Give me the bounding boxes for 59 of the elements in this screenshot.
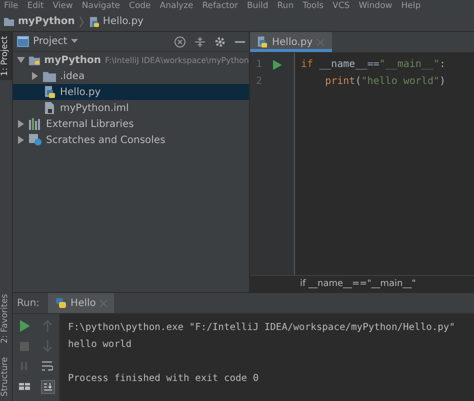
menu-item[interactable]: Code [129, 0, 151, 12]
soft-wrap-icon[interactable] [42, 360, 53, 372]
collapsed-arrow-icon[interactable] [17, 136, 25, 144]
collapse-icon[interactable] [194, 36, 206, 48]
menu-item[interactable]: Navigate [82, 0, 120, 12]
menu-item[interactable]: Build [246, 0, 268, 12]
layout-icon[interactable] [19, 380, 30, 392]
tree-item[interactable]: myPython F:\IntelliJ IDEA\workspace\myPython [13, 52, 249, 68]
tool-window-tab[interactable]: 1: Project [0, 32, 12, 80]
python-file-icon [88, 16, 100, 28]
menu-item[interactable]: Refactor [202, 0, 238, 12]
scratches-icon [29, 134, 42, 146]
code-breadcrumb[interactable]: if __name__=="__main__" [300, 279, 416, 289]
tree-item[interactable]: External Libraries [13, 116, 249, 132]
menu-item[interactable]: Edit [27, 0, 44, 12]
python-file-icon [256, 36, 268, 48]
caret-icon [71, 39, 78, 44]
folder-icon [3, 16, 15, 28]
run-icon[interactable] [19, 320, 30, 332]
tree-item[interactable]: myPython.iml [13, 100, 249, 116]
collapsed-arrow-icon[interactable] [31, 72, 39, 80]
folder-icon [43, 70, 56, 82]
python-icon [54, 297, 67, 309]
tree-item[interactable]: Hello.py [13, 84, 249, 100]
run-icon[interactable] [273, 60, 282, 70]
breadcrumb[interactable]: Hello.py [88, 16, 144, 28]
menu-item[interactable]: Help [401, 0, 421, 12]
chevron-icon [78, 16, 84, 28]
breadcrumb[interactable]: myPython [3, 16, 75, 28]
menu-item[interactable]: File [4, 0, 18, 12]
libraries-icon [29, 118, 42, 130]
tool-window-tab[interactable]: Structure [0, 353, 12, 401]
menu-item[interactable]: Run [277, 0, 294, 12]
editor-tab[interactable]: Hello.py [250, 32, 332, 52]
settings-icon[interactable] [214, 36, 226, 48]
locate-icon[interactable] [174, 36, 186, 48]
console-line: F:\python\python.exe "F:/IntelliJ IDEA/workspace/myPython/Hello.py" [68, 321, 456, 335]
run-label: Run: [17, 298, 40, 308]
project-view-dropdown[interactable]: Project [17, 36, 78, 47]
menu-item[interactable]: VCS [332, 0, 350, 12]
folder-icon [29, 54, 40, 66]
console-line: Process finished with exit code 0 [68, 372, 260, 386]
tool-window-tab[interactable]: 2: Favorites [0, 290, 12, 348]
python-file-icon [43, 86, 56, 98]
console-line: hello world [68, 338, 133, 352]
run-tab[interactable]: Hello [48, 293, 114, 313]
code-line: if __name__=="__main__": [301, 58, 446, 72]
tree-item[interactable]: Scratches and Consoles [13, 132, 249, 148]
scroll-to-end-icon[interactable] [40, 380, 54, 394]
menu-item[interactable]: View [52, 0, 73, 12]
window-icon [17, 36, 29, 47]
tree-item[interactable]: .idea [13, 68, 249, 84]
menu-item[interactable]: Tools [302, 0, 324, 12]
menu-item[interactable]: Analyze [160, 0, 194, 12]
code-line: print("hello world") [324, 75, 446, 89]
expanded-arrow-icon[interactable] [17, 56, 25, 64]
collapsed-arrow-icon[interactable] [17, 120, 25, 128]
file-icon [43, 102, 56, 114]
menu-item[interactable]: Window [358, 0, 392, 12]
